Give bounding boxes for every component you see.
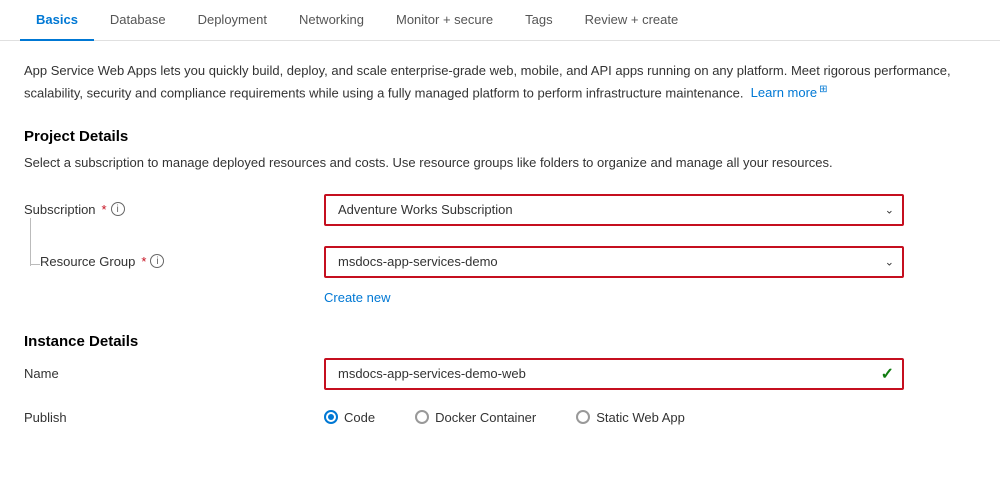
- subscription-dropdown-wrapper: Adventure Works Subscription ⌄: [324, 194, 904, 226]
- resource-group-dropdown[interactable]: msdocs-app-services-demo: [324, 246, 904, 278]
- resource-group-value: msdocs-app-services-demo: [338, 254, 498, 269]
- subscription-control: Adventure Works Subscription ⌄: [324, 194, 904, 234]
- subscription-row: Subscription * i Adventure Works Subscri…: [24, 194, 976, 234]
- name-label: Name: [24, 358, 304, 381]
- project-details-section: Project Details Select a subscription to…: [24, 128, 976, 305]
- name-label-group: Name: [24, 358, 324, 381]
- resource-group-control: msdocs-app-services-demo ⌄ Create new: [324, 246, 904, 305]
- publish-control: Code Docker Container Static Web App: [324, 402, 904, 433]
- publish-option-docker[interactable]: Docker Container: [415, 410, 536, 425]
- radio-static-circle: [576, 410, 590, 424]
- tab-basics[interactable]: Basics: [20, 0, 94, 41]
- resource-group-dropdown-wrapper: msdocs-app-services-demo ⌄: [324, 246, 904, 278]
- tab-deployment[interactable]: Deployment: [182, 0, 283, 41]
- resource-group-label-group: Resource Group * i: [24, 246, 324, 269]
- tab-database[interactable]: Database: [94, 0, 182, 41]
- name-row: Name ✓: [24, 358, 976, 390]
- resource-group-required: *: [141, 254, 146, 269]
- resource-group-row: Resource Group * i msdocs-app-services-d…: [24, 246, 976, 305]
- publish-radio-group: Code Docker Container Static Web App: [324, 410, 904, 433]
- tab-monitor[interactable]: Monitor + secure: [380, 0, 509, 41]
- valid-check-icon: ✓: [881, 364, 894, 384]
- name-input-wrapper: ✓: [324, 358, 904, 390]
- project-details-description: Select a subscription to manage deployed…: [24, 153, 976, 174]
- subscription-label-group: Subscription * i: [24, 194, 324, 217]
- tab-tags[interactable]: Tags: [509, 0, 568, 41]
- publish-label: Publish: [24, 402, 304, 425]
- publish-option-code[interactable]: Code: [324, 410, 375, 425]
- subscription-info-icon[interactable]: i: [111, 202, 125, 216]
- instance-details-section: Instance Details Name ✓ Publish: [24, 333, 976, 433]
- subscription-value: Adventure Works Subscription: [338, 202, 513, 217]
- tab-navigation: Basics Database Deployment Networking Mo…: [0, 0, 1000, 41]
- main-content: App Service Web Apps lets you quickly bu…: [0, 41, 1000, 481]
- radio-code-circle: [324, 410, 338, 424]
- publish-label-group: Publish: [24, 402, 324, 425]
- app-description: App Service Web Apps lets you quickly bu…: [24, 61, 976, 104]
- project-details-title: Project Details: [24, 128, 976, 145]
- publish-option-static[interactable]: Static Web App: [576, 410, 685, 425]
- name-control: ✓: [324, 358, 904, 390]
- subscription-required: *: [102, 202, 107, 217]
- name-input[interactable]: [324, 358, 904, 390]
- learn-more-link[interactable]: Learn more⊞: [751, 85, 828, 100]
- radio-docker-circle: [415, 410, 429, 424]
- external-link-icon: ⊞: [819, 84, 827, 95]
- instance-details-title: Instance Details: [24, 333, 976, 350]
- subscription-dropdown[interactable]: Adventure Works Subscription: [324, 194, 904, 226]
- tab-review[interactable]: Review + create: [569, 0, 695, 41]
- resource-group-info-icon[interactable]: i: [150, 254, 164, 268]
- tab-networking[interactable]: Networking: [283, 0, 380, 41]
- subscription-label: Subscription * i: [24, 194, 304, 217]
- publish-row: Publish Code Docker Container Static W: [24, 402, 976, 433]
- create-new-link[interactable]: Create new: [324, 290, 390, 305]
- resource-group-label: Resource Group * i: [40, 246, 164, 269]
